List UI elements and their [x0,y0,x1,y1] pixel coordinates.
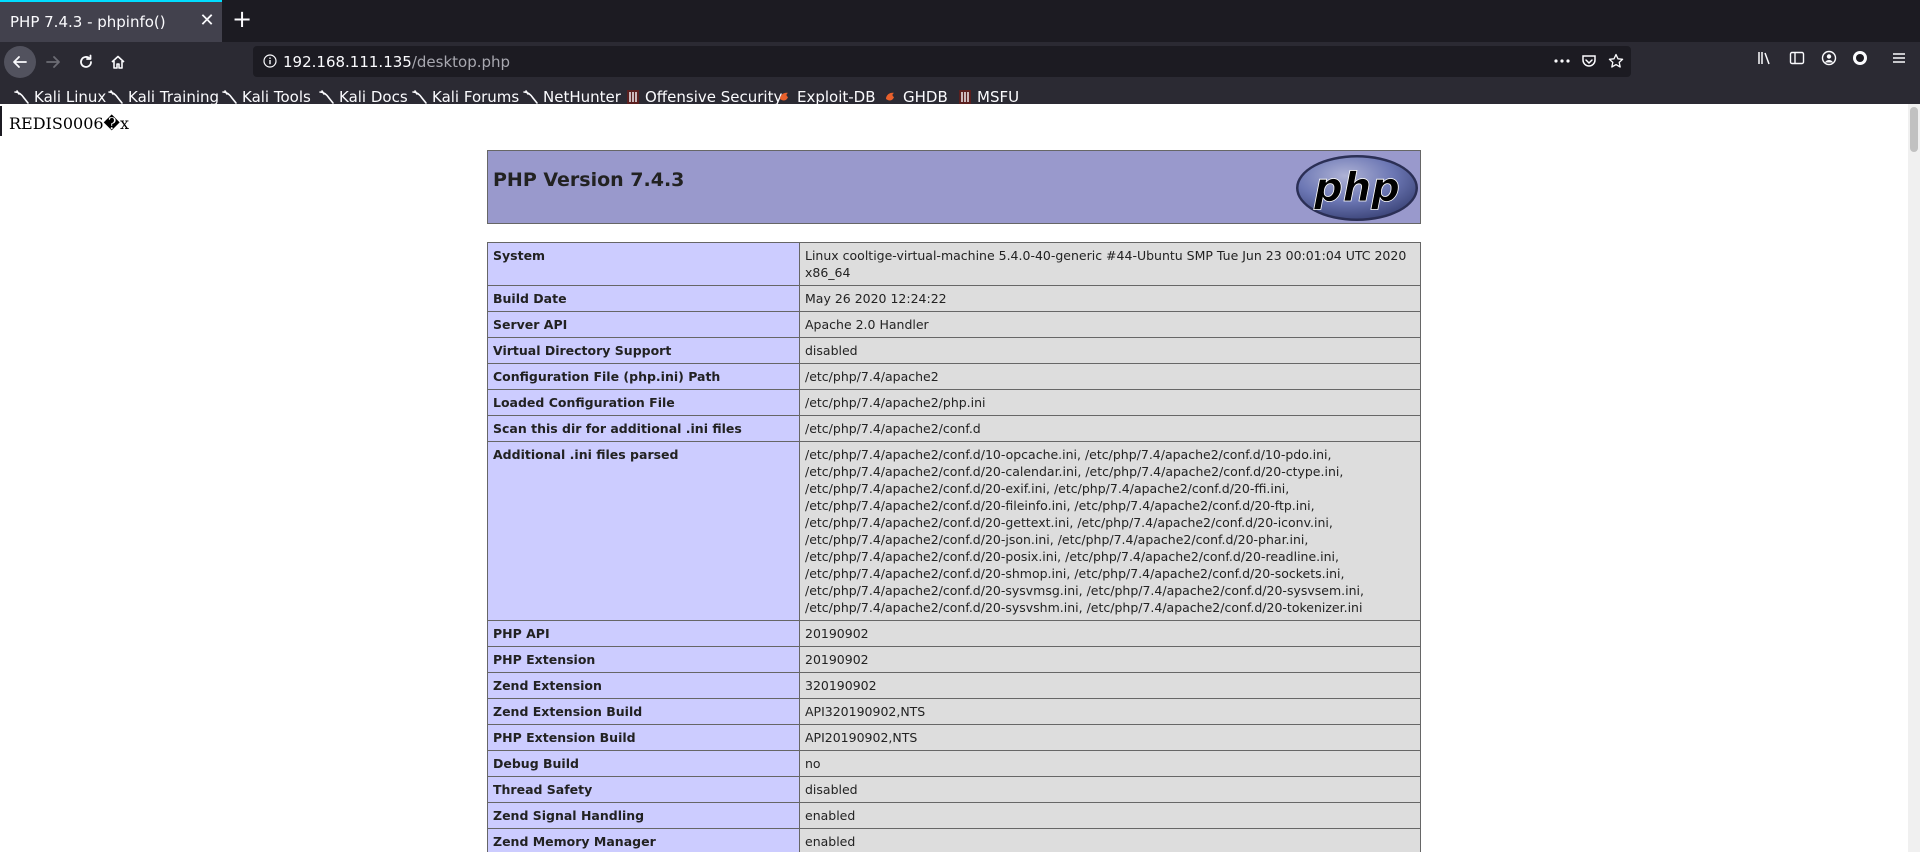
exploit-db-icon [777,89,793,105]
page-focus-indicator [0,106,2,136]
row-key: System [487,242,800,286]
row-key: Debug Build [487,750,800,777]
row-value: /etc/php/7.4/apache2/conf.d/10-opcache.i… [799,441,1421,621]
url-path: /desktop.php [411,53,511,71]
table-row: Thread Safety disabled [487,776,1421,803]
table-row: Zend Extension 320190902 [487,672,1421,699]
phpinfo-table: System Linux cooltige-virtual-machine 5.4… [487,242,1421,852]
offsec-icon [957,89,973,105]
info-icon[interactable] [263,53,277,72]
row-key: Virtual Directory Support [487,337,800,364]
close-icon[interactable]: ✕ [198,12,216,30]
row-value: 20190902 [799,620,1421,647]
row-value: /etc/php/7.4/apache2 [799,363,1421,390]
row-key: Server API [487,311,800,338]
row-key: PHP Extension [487,646,800,673]
kali-dragon-icon [319,89,335,105]
star-icon[interactable] [1608,53,1624,73]
redis-prefix-text: REDIS0006�x [9,114,129,133]
url-text: 192.168.111.135/desktop.php [283,53,510,71]
kali-dragon-icon [222,89,238,105]
table-row: Build Date May 26 2020 12:24:22 [487,285,1421,312]
page-viewport: REDIS0006�x PHP Version 7.4.3 php System… [0,104,1908,852]
row-value: disabled [799,776,1421,803]
exploit-db-icon [883,89,899,105]
row-key: Build Date [487,285,800,312]
table-row: System Linux cooltige-virtual-machine 5.4… [487,242,1421,286]
scrollbar-thumb[interactable] [1910,107,1918,152]
table-row: Zend Extension Build API320190902,NTS [487,698,1421,725]
table-row: Loaded Configuration File/etc/php/7.4/ap… [487,389,1421,416]
row-value: 320190902 [799,672,1421,699]
table-row: Zend Signal Handling enabled [487,802,1421,829]
menu-icon[interactable] [1891,50,1907,70]
table-row: PHP Extension Build API20190902,NTS [487,724,1421,751]
active-tab[interactable]: PHP 7.4.3 - phpinfo() ✕ [0,0,222,42]
kali-dragon-icon [108,89,124,105]
row-value: no [799,750,1421,777]
row-value: enabled [799,802,1421,829]
back-arrow-icon[interactable] [4,46,36,78]
row-key: Loaded Configuration File [487,389,800,416]
table-row: PHP API 20190902 [487,620,1421,647]
reload-icon[interactable] [70,46,102,78]
row-value: /etc/php/7.4/apache2/php.ini [799,389,1421,416]
table-row: Configuration File (php.ini) Path/etc/ph… [487,363,1421,390]
tab-title: PHP 7.4.3 - phpinfo() [10,13,166,31]
row-key: Configuration File (php.ini) Path [487,363,800,390]
row-value: 20190902 [799,646,1421,673]
table-row: Debug Build no [487,750,1421,777]
row-value: Linux cooltige-virtual-machine 5.4.0-40-… [799,242,1421,286]
row-key: Zend Extension Build [487,698,800,725]
row-key: PHP API [487,620,800,647]
url-bar[interactable]: 192.168.111.135/desktop.php [253,46,1631,77]
account-icon[interactable] [1821,50,1837,70]
row-value: May 26 2020 12:24:22 [799,285,1421,312]
page-scrollbar[interactable] [1908,104,1920,852]
row-value: API20190902,NTS [799,724,1421,751]
row-key: Scan this dir for additional .ini files [487,415,800,442]
kali-dragon-icon [412,89,428,105]
row-value: Apache 2.0 Handler [799,311,1421,338]
tab-bar: PHP 7.4.3 - phpinfo() ✕ + [0,0,1920,42]
row-key: Zend Signal Handling [487,802,800,829]
row-key: Zend Memory Manager [487,828,800,852]
pocket-icon[interactable] [1581,53,1597,73]
more-icon[interactable] [1553,53,1571,73]
row-key: PHP Extension Build [487,724,800,751]
library-icon[interactable] [1757,50,1773,70]
plus-icon[interactable]: + [230,7,254,32]
row-key: Zend Extension [487,672,800,699]
table-row: Zend Memory Manager enabled [487,828,1421,852]
row-key: Additional .ini files parsed [487,441,800,621]
table-row: Server API Apache 2.0 Handler [487,311,1421,338]
table-row: PHP Extension 20190902 [487,646,1421,673]
row-value: API320190902,NTS [799,698,1421,725]
row-key: Thread Safety [487,776,800,803]
sidebar-icon[interactable] [1789,50,1805,70]
php-logo-text: php [1313,165,1400,211]
table-row: Scan this dir for additional .ini files /… [487,415,1421,442]
forward-arrow-icon[interactable] [37,46,69,78]
row-value: /etc/php/7.4/apache2/conf.d [799,415,1421,442]
kali-dragon-icon [14,89,30,105]
kali-dragon-icon [523,89,539,105]
url-host: 192.168.111.135 [283,53,412,71]
extension-icon[interactable] [1852,50,1868,70]
table-row: Virtual Directory Support disabled [487,337,1421,364]
page-title: PHP Version 7.4.3 [493,169,685,191]
phpinfo-header: PHP Version 7.4.3 php [487,150,1421,224]
row-value: disabled [799,337,1421,364]
offsec-icon [625,89,641,105]
php-logo[interactable]: php [1295,154,1419,226]
row-value: enabled [799,828,1421,852]
phpinfo-table-body: System Linux cooltige-virtual-machine 5.4… [487,242,1421,852]
home-icon[interactable] [102,46,134,78]
table-row: Additional .ini files parsed/etc/php/7.4… [487,441,1421,621]
